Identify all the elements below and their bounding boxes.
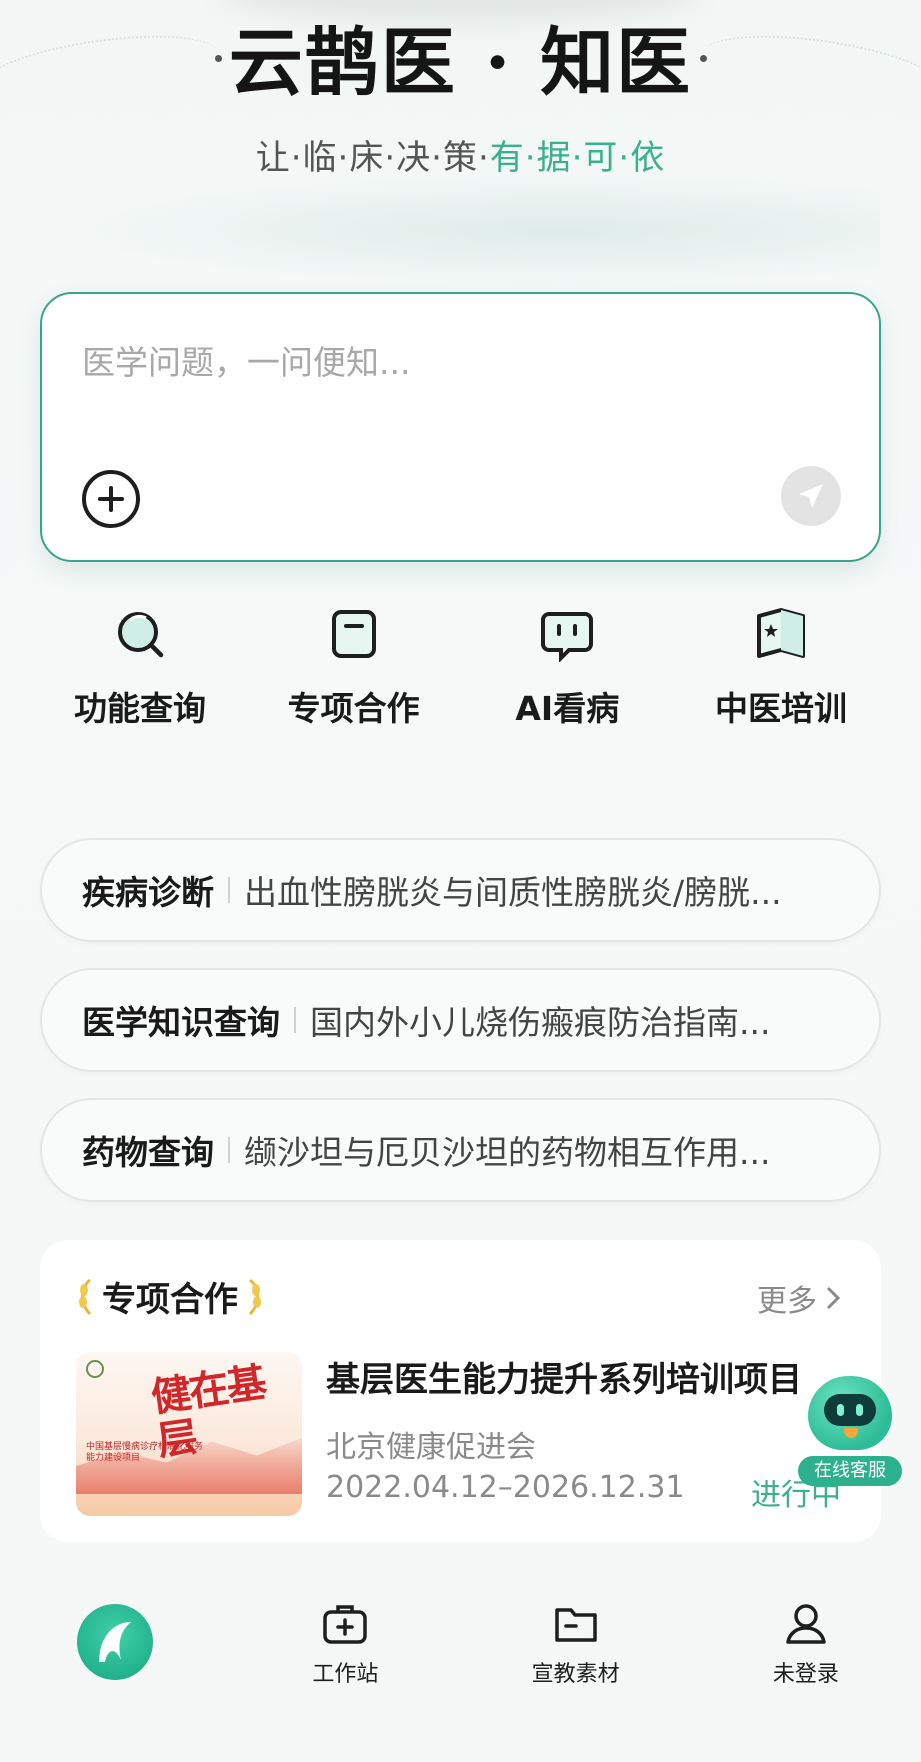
book-star-icon (756, 608, 805, 658)
project-date-range: 2022.04.12–2026.12.31 (326, 1470, 685, 1505)
user-icon (786, 1604, 826, 1644)
decor-wave (80, 175, 880, 285)
action-label: 中医培训 (714, 689, 847, 728)
medical-kit-icon (323, 1605, 368, 1644)
tagline: 让·临·床·决·策·有·据·可·依 (0, 130, 921, 179)
magnifier-icon (118, 612, 164, 658)
suggestion-drug-query[interactable]: 药物查询 缬沙坦与厄贝沙坦的药物相互作用... (40, 1098, 881, 1202)
quick-actions: 功能查询 专项合作 AI看病 中医培训 (40, 606, 881, 736)
online-service-label: 在线客服 (798, 1456, 902, 1486)
bottom-tab-bar: 工作站 宣教素材 未登录 (0, 1570, 921, 1762)
question-input-box[interactable]: 医学问题，一问便知... (40, 292, 881, 562)
app-title: 云鹊医 · 知医 (228, 19, 693, 106)
folder-icon (554, 1608, 597, 1642)
question-input-placeholder[interactable]: 医学问题，一问便知... (82, 336, 410, 384)
tagline-accent: 有·据·可·依 (489, 138, 666, 178)
org-logo-icon (86, 1360, 104, 1378)
send-icon (799, 484, 823, 508)
cooperation-title: 专项合作 (102, 1280, 238, 1320)
laurel-right-icon (248, 1278, 261, 1315)
tab-home[interactable] (15, 1600, 215, 1680)
action-label: AI看病 (515, 689, 620, 728)
action-label: 功能查询 (74, 689, 206, 728)
action-label: 专项合作 (287, 689, 420, 728)
suggestion-medical-knowledge[interactable]: 医学知识查询 国内外小儿烧伤瘢痕防治指南... (40, 968, 881, 1072)
suggestion-disease-diagnosis[interactable]: 疾病诊断 出血性膀胱炎与间质性膀胱炎/膀胱... (40, 838, 881, 942)
divider (228, 877, 230, 903)
suggestion-query: 缬沙坦与厄贝沙坦的药物相互作用... (244, 1133, 771, 1172)
action-tcm-training[interactable]: 中医培训 (681, 606, 881, 736)
add-attachment-button[interactable] (82, 470, 140, 528)
tab-profile[interactable]: 未登录 (706, 1600, 906, 1688)
tab-label: 宣教素材 (531, 1662, 620, 1687)
laurel-left-icon (79, 1278, 92, 1315)
suggestion-category: 药物查询 (82, 1133, 214, 1172)
tab-label: 工作站 (312, 1662, 379, 1687)
suggestion-query: 国内外小儿烧伤瘢痕防治指南... (310, 1003, 771, 1042)
home-logo-icon (77, 1604, 154, 1680)
online-service-button[interactable]: 在线客服 (798, 1376, 902, 1490)
action-ai-diagnosis[interactable]: AI看病 (467, 606, 667, 736)
tab-label: 未登录 (772, 1662, 839, 1687)
cooperation-card: 专项合作 更多 健在基层 中国基层慢病诊疗标准化服务能力建设项目 基层医生能力提… (40, 1240, 881, 1542)
send-button[interactable] (781, 466, 841, 526)
more-label: 更多 (757, 1284, 817, 1319)
action-feature-query[interactable]: 功能查询 (40, 606, 240, 736)
robot-eye (837, 1404, 844, 1416)
tab-education-materials[interactable]: 宣教素材 (476, 1600, 676, 1688)
divider (228, 1137, 230, 1163)
suggestion-query: 出血性膀胱炎与间质性膀胱炎/膀胱... (244, 873, 782, 912)
cooperation-header: 专项合作 (76, 1272, 264, 1321)
robot-face (824, 1394, 876, 1426)
project-thumbnail[interactable]: 健在基层 中国基层慢病诊疗标准化服务能力建设项目 (76, 1352, 302, 1516)
more-link[interactable]: 更多 (757, 1276, 841, 1320)
chat-bot-icon (541, 612, 594, 662)
robot-eye (856, 1404, 863, 1416)
app-title-row: 云鹊医 · 知医 (0, 6, 921, 106)
project-organizer: 北京健康促进会 (326, 1430, 536, 1465)
robot-beak (844, 1428, 858, 1438)
suggestion-category: 医学知识查询 (82, 1003, 280, 1042)
tab-workstation[interactable]: 工作站 (245, 1600, 445, 1688)
tagline-plain: 让·临·床·决·策· (255, 138, 490, 178)
action-special-cooperation[interactable]: 专项合作 (254, 606, 454, 736)
robot-mascot-icon (808, 1376, 892, 1450)
divider (294, 1007, 296, 1033)
bookmark-icon (331, 610, 376, 658)
suggestion-category: 疾病诊断 (82, 873, 214, 912)
chevron-right-icon (826, 1286, 841, 1310)
project-name[interactable]: 基层医生能力提升系列培训项目 (326, 1352, 802, 1401)
